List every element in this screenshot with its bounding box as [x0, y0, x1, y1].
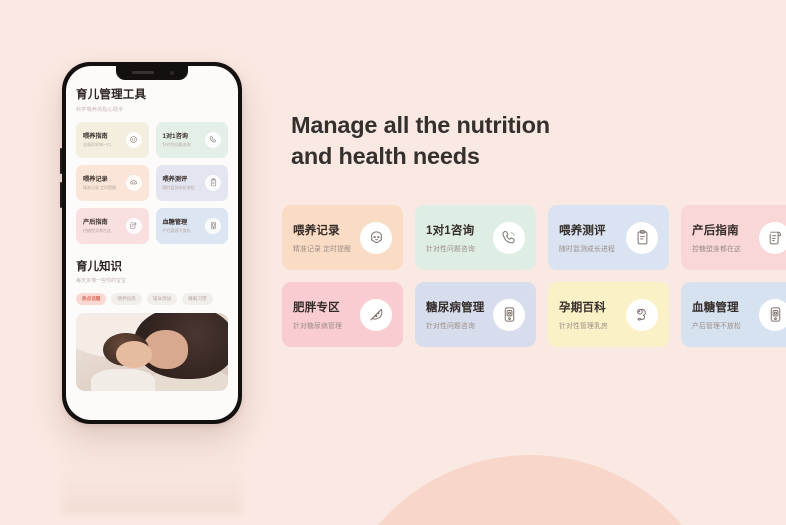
cloud-baby-icon: [125, 174, 142, 191]
page-title: Manage all the nutrition and health need…: [291, 110, 761, 172]
feature-card-pregnancy-encyclopedia[interactable]: 孕期百科 针对性管理乳房: [548, 282, 669, 347]
feature-card-title: 喂养记录: [293, 225, 340, 237]
phone-reflection: [62, 428, 242, 514]
photo-baby-body: [91, 369, 156, 391]
feature-card-desc: 产后管理不放松: [692, 323, 741, 330]
feature-card-obesity-zone[interactable]: 肥胖专区 针对糖尿病管理: [282, 282, 403, 347]
headline-line-1: Manage all the nutrition: [291, 112, 550, 138]
feature-card-one-on-one-consult[interactable]: 1对1咨询 针对性问题咨询: [415, 205, 536, 270]
app-tool-desc: 产后管理不放松: [162, 228, 191, 233]
app-section2-title: 育儿知识: [76, 260, 122, 273]
app-article-photo[interactable]: [76, 313, 228, 391]
feature-card-desc: 随时监测成长进程: [559, 246, 615, 253]
app-chip-feeding-guide[interactable]: 喂养指南: [111, 293, 142, 305]
app-tool-card-assessment[interactable]: 喂养测评 随时监测成长进程: [155, 164, 228, 201]
app-tool-card-consult[interactable]: 1对1咨询 针对性问题咨询: [155, 121, 228, 158]
feature-card-title: 肥胖专区: [293, 302, 340, 314]
app-tool-desc: 精准记录 定时提醒: [83, 185, 117, 190]
phone-frame: 育儿管理工具 科学喂养的贴心助手 喂养指南 全面科学每一口 1对1咨询 针对性问…: [60, 62, 242, 424]
baby-face-icon: [360, 221, 392, 254]
camera-icon: [170, 70, 174, 75]
phone-screen: 育儿管理工具 科学喂养的贴心助手 喂养指南 全面科学每一口 1对1咨询 针对性问…: [66, 66, 238, 420]
app-content: 育儿管理工具 科学喂养的贴心助手 喂养指南 全面科学每一口 1对1咨询 针对性问…: [66, 66, 238, 420]
feature-card-title: 糖尿病管理: [426, 302, 485, 314]
feature-card-row-1: 喂养记录 精准记录 定时提醒 1对1咨询 针对性问题咨询 喂养测评 随时监测成长…: [282, 205, 786, 270]
scroll-icon: [125, 217, 142, 234]
app-tool-title: 喂养记录: [83, 176, 108, 183]
decorative-circle: [330, 455, 730, 525]
speaker-icon: [132, 71, 154, 74]
phone-notch: [116, 66, 188, 80]
feature-card-title: 产后指南: [692, 225, 739, 237]
device-icon: [205, 217, 221, 234]
baby-face-icon: [125, 131, 142, 148]
app-tool-desc: 针对性问题咨询: [162, 142, 191, 147]
feature-card-desc: 针对性问题咨询: [426, 323, 475, 330]
app-tool-title: 喂养测评: [162, 176, 188, 183]
phone-call-icon: [493, 221, 525, 254]
clipboard-icon: [626, 221, 658, 254]
pizza-slice-icon: [360, 298, 392, 331]
feature-card-feeding-assessment[interactable]: 喂养测评 随时监测成长进程: [548, 205, 669, 270]
app-tool-desc: 全面科学每一口: [83, 142, 111, 147]
app-tool-title: 产后指南: [83, 219, 108, 226]
feature-card-diabetes-management[interactable]: 糖尿病管理 针对性问题咨询: [415, 282, 536, 347]
feature-card-postpartum-guide[interactable]: 产后指南 控糖塑身都在这: [681, 205, 786, 270]
device-icon: [759, 298, 786, 331]
feature-card-desc: 控糖塑身都在这: [692, 246, 741, 253]
feature-card-desc: 针对性问题咨询: [426, 246, 475, 253]
app-tool-card-feeding-record[interactable]: 喂养记录 精准记录 定时提醒: [76, 164, 149, 201]
feature-card-title: 血糖管理: [692, 302, 739, 314]
app-tool-title: 1对1咨询: [162, 133, 188, 140]
app-tool-card-feeding-guide[interactable]: 喂养指南 全面科学每一口: [76, 121, 149, 158]
app-tool-desc: 控糖塑身都在这: [83, 228, 111, 233]
app-tool-card-glucose[interactable]: 血糖管理 产后管理不放松: [155, 207, 228, 244]
fetus-icon: [626, 298, 658, 331]
app-tool-title: 喂养指南: [83, 133, 108, 140]
app-chip-solid-food[interactable]: 辅食添加: [146, 293, 178, 305]
app-section1-subtitle: 科学喂养的贴心助手: [76, 106, 124, 113]
scroll-icon: [759, 221, 786, 254]
feature-card-title: 1对1咨询: [426, 225, 475, 237]
feature-card-desc: 针对糖尿病管理: [293, 323, 342, 330]
app-chip-row: 热点话题 喂养指南 辅食添加 睡眠习惯: [76, 293, 228, 305]
feature-card-row-2: 肥胖专区 针对糖尿病管理 糖尿病管理 针对性问题咨询 孕期百科 针对性管理乳房 …: [282, 282, 786, 347]
phone-mockup: 育儿管理工具 科学喂养的贴心助手 喂养指南 全面科学每一口 1对1咨询 针对性问…: [60, 62, 242, 424]
headline-line-2: and health needs: [291, 143, 480, 170]
app-section2-subtitle: 每天多懂一些你的宝宝: [76, 278, 127, 284]
app-section1-title: 育儿管理工具: [76, 89, 147, 101]
app-tool-card-postpartum[interactable]: 产后指南 控糖塑身都在这: [76, 207, 149, 244]
app-chip-hot-topics[interactable]: 热点话题: [76, 293, 107, 305]
page-root: 育儿管理工具 科学喂养的贴心助手 喂养指南 全面科学每一口 1对1咨询 针对性问…: [0, 0, 786, 525]
feature-card-feeding-record[interactable]: 喂养记录 精准记录 定时提醒: [282, 205, 403, 270]
app-tool-grid: 喂养指南 全面科学每一口 1对1咨询 针对性问题咨询 喂养记录 精准记录 定时提…: [76, 121, 228, 244]
feature-card-desc: 精准记录 定时提醒: [293, 246, 352, 253]
feature-card-grid: 喂养记录 精准记录 定时提醒 1对1咨询 针对性问题咨询 喂养测评 随时监测成长…: [282, 205, 786, 359]
phone-call-icon: [205, 131, 221, 148]
app-tool-title: 血糖管理: [162, 219, 188, 226]
app-chip-sleep-habits[interactable]: 睡眠习惯: [182, 293, 213, 305]
app-tool-desc: 随时监测成长进程: [162, 185, 195, 190]
photo-baby-face: [115, 341, 152, 368]
feature-card-blood-glucose-management[interactable]: 血糖管理 产后管理不放松: [681, 282, 786, 347]
feature-card-desc: 针对性管理乳房: [559, 323, 608, 330]
device-icon: [493, 298, 525, 331]
feature-card-title: 孕期百科: [559, 302, 606, 314]
clipboard-icon: [205, 174, 221, 191]
feature-card-title: 喂养测评: [559, 225, 606, 237]
